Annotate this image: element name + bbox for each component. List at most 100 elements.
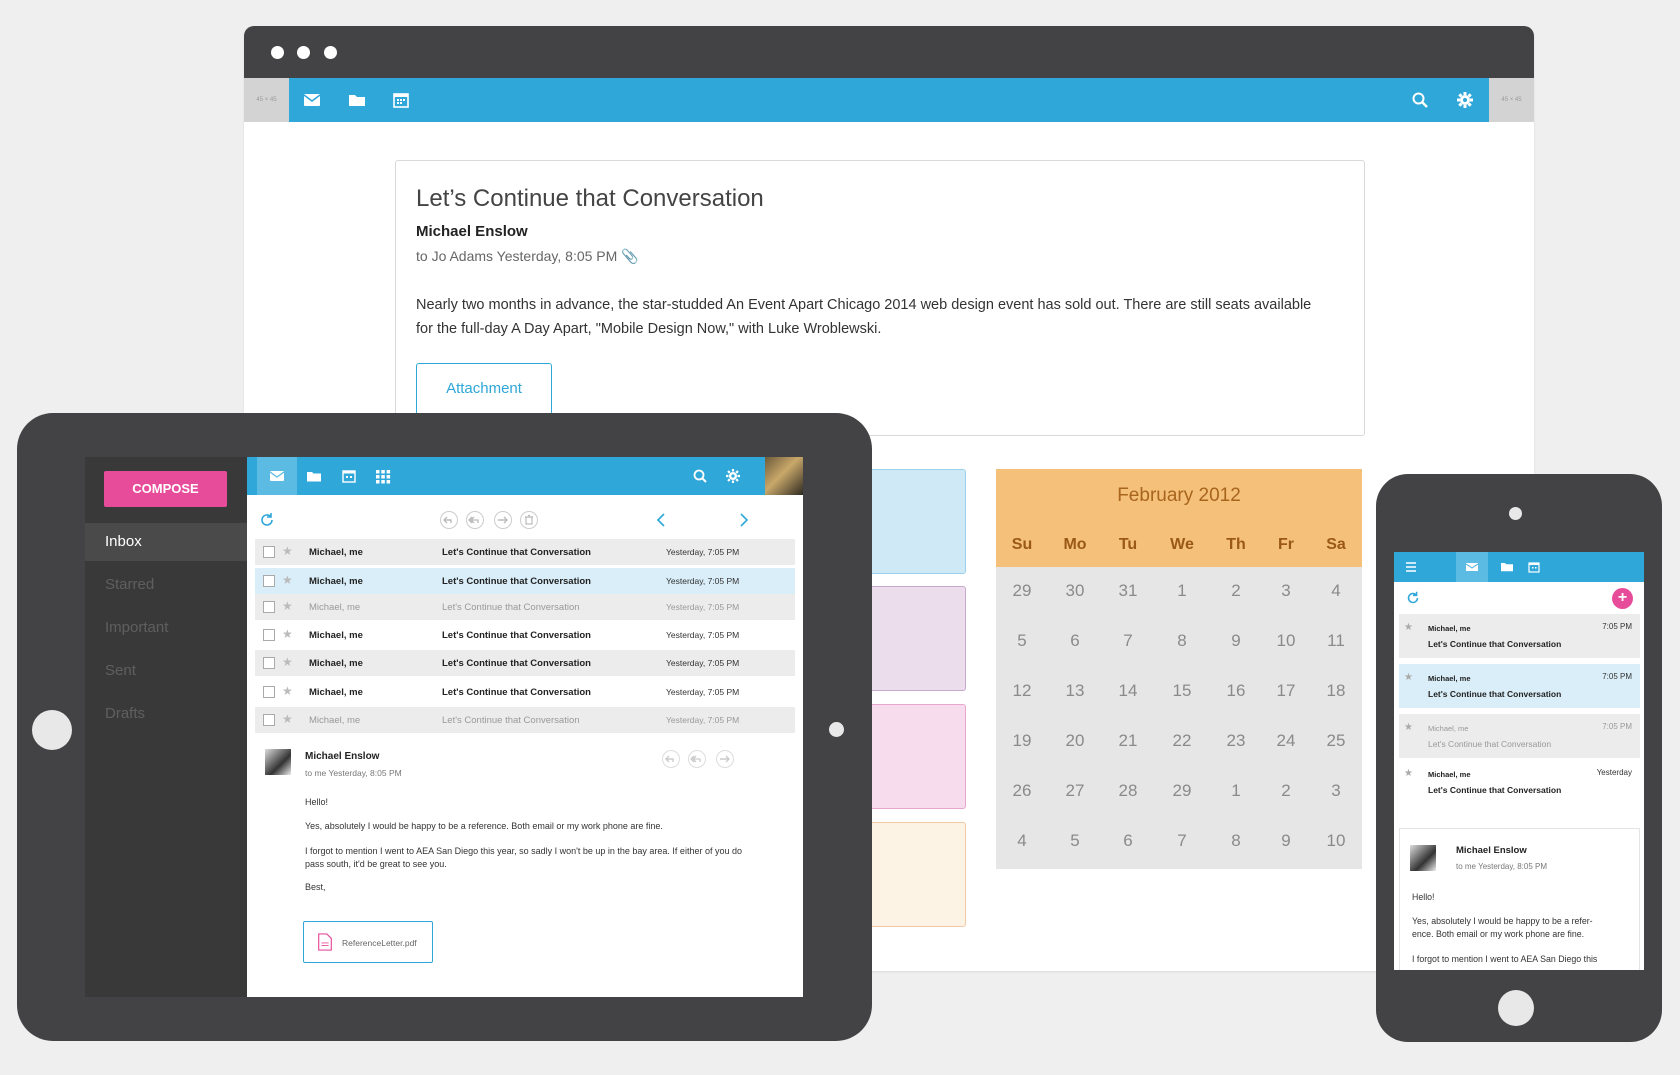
calendar-day[interactable]: 22	[1156, 731, 1208, 751]
calendar-day[interactable]: 15	[1156, 681, 1208, 701]
calendar-day[interactable]: 4	[1310, 581, 1362, 601]
calendar-day[interactable]: 8	[1210, 831, 1262, 851]
sender-name[interactable]: Michael Enslow	[305, 751, 379, 762]
gear-icon[interactable]	[724, 467, 742, 485]
sender-name[interactable]: Michael Enslow	[1456, 845, 1527, 856]
star-icon[interactable]: ★	[282, 544, 293, 558]
sidebar-item-sent[interactable]: Sent	[85, 652, 247, 690]
forward-icon[interactable]	[715, 749, 735, 769]
folder-icon[interactable]	[345, 88, 369, 112]
row-checkbox[interactable]	[263, 714, 275, 726]
star-icon[interactable]: ★	[282, 712, 293, 726]
calendar-day[interactable]: 5	[1049, 831, 1101, 851]
email-sender[interactable]: Michael Enslow	[416, 223, 528, 240]
calendar-day[interactable]: 30	[1049, 581, 1101, 601]
calendar-day[interactable]: 20	[1049, 731, 1101, 751]
calendar-day[interactable]: 29	[996, 581, 1048, 601]
calendar-day[interactable]: 18	[1310, 681, 1362, 701]
phone-mail-item[interactable]: ★ Michael, me Let's Continue that Conversa…	[1399, 714, 1640, 758]
calendar-day[interactable]: 5	[996, 631, 1048, 651]
reply-icon[interactable]	[661, 749, 681, 769]
reply-icon[interactable]	[439, 510, 459, 530]
star-icon[interactable]: ★	[1404, 622, 1413, 633]
phone-mail-item[interactable]: ★ Michael, me Let's Continue that Conversa…	[1399, 664, 1640, 708]
mail-row[interactable]: ★ Michael, me Let's Continue that Conversa…	[255, 568, 795, 594]
reply-all-icon[interactable]	[687, 749, 707, 769]
row-checkbox[interactable]	[263, 546, 275, 558]
calendar-day[interactable]: 2	[1260, 781, 1312, 801]
calendar-day[interactable]: 14	[1102, 681, 1154, 701]
forward-icon[interactable]	[493, 510, 513, 530]
sidebar-item-drafts[interactable]: Drafts	[85, 695, 247, 733]
mail-row[interactable]: ★ Michael, me Let's Continue that Conversa…	[255, 539, 795, 565]
refresh-icon[interactable]	[257, 510, 277, 530]
calendar-day[interactable]: 10	[1260, 631, 1312, 651]
calendar-day[interactable]: 7	[1102, 631, 1154, 651]
mail-row[interactable]: ★ Michael, me Let's Continue that Conversa…	[255, 594, 795, 620]
phone-mail-item[interactable]: ★ Michael, me Let's Continue that Conversa…	[1399, 614, 1640, 658]
window-dot-3[interactable]	[324, 46, 337, 59]
mail-row[interactable]: ★ Michael, me Let's Continue that Conversa…	[255, 622, 795, 648]
window-dot-1[interactable]	[271, 46, 284, 59]
calendar-day[interactable]: 1	[1210, 781, 1262, 801]
star-icon[interactable]: ★	[1404, 768, 1413, 779]
calendar-day[interactable]: 13	[1049, 681, 1101, 701]
calendar-icon[interactable]	[389, 88, 413, 112]
calendar-day[interactable]: 7	[1156, 831, 1208, 851]
mail-icon[interactable]	[300, 88, 324, 112]
star-icon[interactable]: ★	[282, 627, 293, 641]
calendar-day[interactable]: 11	[1310, 631, 1362, 651]
row-checkbox[interactable]	[263, 601, 275, 613]
sidebar-item-important[interactable]: Important	[85, 609, 247, 647]
star-icon[interactable]: ★	[282, 573, 293, 587]
star-icon[interactable]: ★	[282, 684, 293, 698]
calendar-day[interactable]: 28	[1102, 781, 1154, 801]
calendar-day[interactable]: 16	[1210, 681, 1262, 701]
tab-mail[interactable]	[257, 457, 297, 495]
calendar-day[interactable]: 8	[1156, 631, 1208, 651]
calendar-day[interactable]: 3	[1260, 581, 1312, 601]
phone-home-button[interactable]	[1498, 990, 1534, 1026]
calendar-icon[interactable]	[1527, 560, 1541, 574]
calendar-day[interactable]: 2	[1210, 581, 1262, 601]
attachment-file[interactable]: ReferenceLetter.pdf	[303, 921, 433, 963]
row-checkbox[interactable]	[263, 629, 275, 641]
mail-row[interactable]: ★ Michael, me Let's Continue that Conversa…	[255, 679, 795, 705]
chevron-left-icon[interactable]	[652, 510, 672, 530]
calendar-icon[interactable]	[340, 467, 358, 485]
mail-row[interactable]: ★ Michael, me Let's Continue that Conversa…	[255, 707, 795, 733]
calendar-day[interactable]: 17	[1260, 681, 1312, 701]
window-dot-2[interactable]	[297, 46, 310, 59]
calendar-day[interactable]: 4	[996, 831, 1048, 851]
star-icon[interactable]: ★	[282, 599, 293, 613]
star-icon[interactable]: ★	[282, 655, 293, 669]
calendar-day[interactable]: 21	[1102, 731, 1154, 751]
calendar-day[interactable]: 31	[1102, 581, 1154, 601]
apps-grid-icon[interactable]	[374, 467, 392, 485]
calendar-day[interactable]: 19	[996, 731, 1048, 751]
compose-plus-button[interactable]: +	[1612, 588, 1633, 609]
phone-tab-mail[interactable]	[1456, 552, 1488, 582]
row-checkbox[interactable]	[263, 686, 275, 698]
sidebar-item-inbox[interactable]: Inbox	[85, 523, 247, 561]
calendar-day[interactable]: 10	[1310, 831, 1362, 851]
folder-icon[interactable]	[305, 467, 323, 485]
mail-row[interactable]: ★ Michael, me Let's Continue that Conversa…	[255, 650, 795, 676]
star-icon[interactable]: ★	[1404, 722, 1413, 733]
gear-icon[interactable]	[1453, 88, 1477, 112]
calendar-day[interactable]: 3	[1310, 781, 1362, 801]
calendar-day[interactable]: 23	[1210, 731, 1262, 751]
user-avatar[interactable]	[765, 457, 803, 495]
calendar-day[interactable]: 9	[1260, 831, 1312, 851]
row-checkbox[interactable]	[263, 575, 275, 587]
calendar-day[interactable]: 12	[996, 681, 1048, 701]
calendar-day[interactable]: 27	[1049, 781, 1101, 801]
calendar-day[interactable]: 1	[1156, 581, 1208, 601]
tablet-home-button[interactable]	[32, 710, 72, 750]
chevron-right-icon[interactable]	[733, 510, 753, 530]
calendar-day[interactable]: 26	[996, 781, 1048, 801]
calendar-day[interactable]: 25	[1310, 731, 1362, 751]
reply-all-icon[interactable]	[465, 510, 485, 530]
search-icon[interactable]	[1408, 88, 1432, 112]
folder-icon[interactable]	[1500, 560, 1514, 574]
